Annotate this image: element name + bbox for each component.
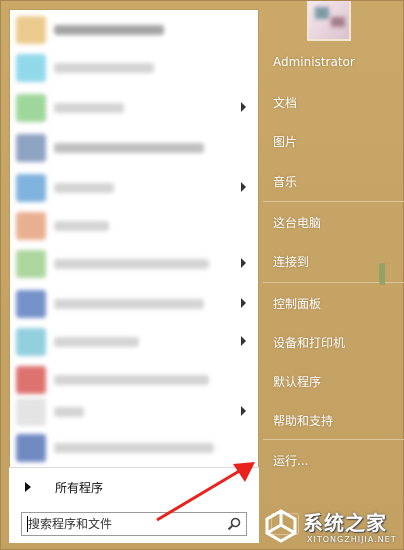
program-icon bbox=[16, 212, 46, 240]
separator bbox=[263, 201, 404, 202]
program-item[interactable] bbox=[10, 12, 258, 48]
program-icon bbox=[16, 290, 46, 318]
program-item[interactable] bbox=[10, 130, 258, 166]
menu-item-run[interactable]: 运行... bbox=[273, 452, 308, 469]
chevron-right-icon bbox=[241, 298, 246, 308]
program-icon bbox=[16, 434, 46, 462]
program-label bbox=[54, 407, 84, 417]
program-item[interactable] bbox=[10, 208, 258, 244]
program-icon bbox=[16, 94, 46, 122]
chevron-right-icon bbox=[241, 258, 246, 268]
program-icon bbox=[16, 134, 46, 162]
menu-item-this-pc[interactable]: 这台电脑 bbox=[273, 214, 321, 231]
menu-item-connect-to[interactable]: 连接到 bbox=[273, 253, 309, 270]
menu-item-default-programs[interactable]: 默认程序 bbox=[273, 373, 321, 390]
program-label bbox=[54, 25, 164, 35]
program-label bbox=[54, 63, 154, 73]
program-item[interactable] bbox=[10, 394, 258, 430]
watermark-logo-icon bbox=[265, 509, 297, 543]
watermark: 系统之家 XITONGZHIJIA.NET bbox=[251, 501, 404, 550]
watermark-url: XITONGZHIJIA.NET bbox=[307, 535, 397, 544]
menu-item-music[interactable]: 音乐 bbox=[273, 173, 297, 190]
separator bbox=[263, 439, 404, 440]
chevron-right-icon bbox=[241, 102, 246, 112]
program-icon bbox=[16, 250, 46, 278]
menu-item-devices-printers[interactable]: 设备和打印机 bbox=[273, 334, 345, 351]
program-icon bbox=[16, 366, 46, 394]
program-label bbox=[54, 221, 109, 231]
chevron-right-icon bbox=[241, 336, 246, 346]
edge-tab bbox=[379, 263, 385, 285]
menu-item-documents[interactable]: 文档 bbox=[273, 94, 297, 111]
program-item[interactable] bbox=[10, 362, 258, 398]
menu-item-control-panel[interactable]: 控制面板 bbox=[273, 295, 321, 312]
program-icon bbox=[16, 16, 46, 44]
menu-item-username[interactable]: Administrator bbox=[273, 55, 355, 69]
program-label bbox=[54, 337, 139, 347]
program-label bbox=[54, 183, 114, 193]
program-item[interactable] bbox=[10, 246, 258, 282]
program-label bbox=[54, 299, 204, 309]
program-icon bbox=[16, 174, 46, 202]
program-item[interactable] bbox=[10, 324, 258, 360]
program-item[interactable] bbox=[10, 170, 258, 206]
program-item[interactable] bbox=[10, 50, 258, 86]
program-icon bbox=[16, 54, 46, 82]
chevron-right-icon bbox=[241, 406, 246, 416]
program-label bbox=[54, 143, 204, 153]
program-list bbox=[9, 9, 259, 470]
program-label bbox=[54, 375, 209, 385]
program-label bbox=[54, 103, 124, 113]
program-icon bbox=[16, 328, 46, 356]
chevron-right-icon bbox=[241, 182, 246, 192]
all-programs-label: 所有程序 bbox=[55, 481, 104, 495]
start-menu: 所有程序 Administrator 文档 图片 音乐 这台电脑 连接到 控制面… bbox=[0, 0, 404, 550]
menu-item-help-support[interactable]: 帮助和支持 bbox=[273, 412, 333, 429]
annotation-arrow-icon bbox=[156, 462, 255, 522]
program-label bbox=[54, 259, 209, 269]
expand-arrow-icon bbox=[25, 482, 31, 492]
program-icon bbox=[16, 398, 46, 426]
program-item[interactable] bbox=[10, 90, 258, 126]
user-avatar[interactable] bbox=[307, 1, 351, 41]
program-label bbox=[54, 443, 214, 453]
menu-item-pictures[interactable]: 图片 bbox=[273, 133, 297, 150]
watermark-brand: 系统之家 bbox=[303, 511, 387, 535]
program-item[interactable] bbox=[10, 286, 258, 322]
